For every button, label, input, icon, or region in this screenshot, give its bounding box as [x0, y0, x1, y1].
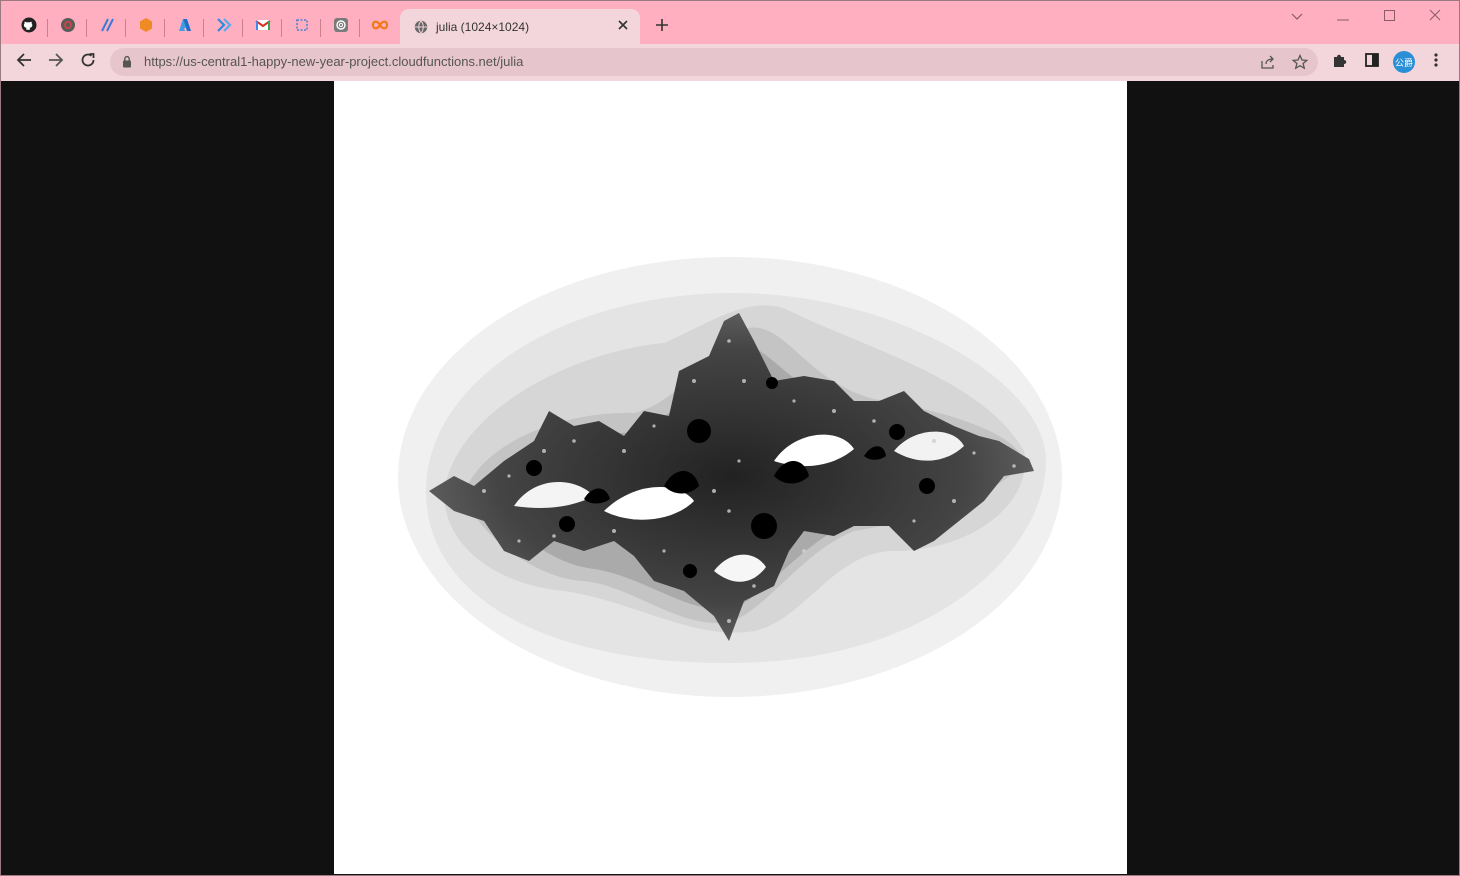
arrow-right-icon: [48, 52, 64, 73]
share-icon[interactable]: [1258, 52, 1278, 72]
reload-button[interactable]: [74, 48, 102, 76]
minimize-icon: [1337, 8, 1349, 26]
pinned-tab-openai[interactable]: [322, 11, 360, 44]
menu-button[interactable]: [1422, 48, 1450, 76]
extensions-button[interactable]: [1326, 48, 1354, 76]
pinned-tab-github[interactable]: [10, 11, 48, 44]
pinned-tab-infinity[interactable]: [361, 11, 399, 44]
azure-icon: [177, 17, 193, 38]
chevron-down-icon: [1291, 8, 1303, 26]
gmail-icon: [255, 17, 271, 38]
forward-button[interactable]: [42, 48, 70, 76]
puzzle-icon: [1332, 52, 1348, 73]
window-close-button[interactable]: [1412, 4, 1458, 30]
tab-strip: julia (1024×1024): [0, 0, 1460, 44]
pinned-tab-slash-app[interactable]: [88, 11, 126, 44]
globe-icon: [414, 20, 428, 39]
chromium-ring-icon: [60, 17, 76, 38]
dotted-square-icon: [294, 17, 310, 38]
julia-fractal-graphic: [334, 81, 1127, 874]
pinned-tab-chevrons[interactable]: [205, 11, 243, 44]
bookmark-star-icon[interactable]: [1290, 52, 1310, 72]
tab-search-button[interactable]: [1274, 4, 1320, 30]
tab-julia[interactable]: julia (1024×1024): [400, 9, 640, 44]
toolbar: 公爵: [0, 44, 1460, 81]
chevrons-icon: [216, 17, 232, 38]
pinned-tab-orange-hexagon[interactable]: [127, 11, 165, 44]
image-viewer: [2, 81, 1458, 874]
pinned-tab-dotted-square[interactable]: [283, 11, 321, 44]
browser-window: julia (1024×1024) https://us-central1-ha…: [0, 0, 1460, 876]
plus-icon: [655, 18, 669, 37]
maximize-icon: [1383, 8, 1395, 26]
infinity-icon: [371, 17, 389, 38]
pinned-tab-gmail[interactable]: [244, 11, 282, 44]
tab-close-button[interactable]: [612, 15, 634, 37]
back-button[interactable]: [10, 48, 38, 76]
arrow-left-icon: [16, 52, 32, 73]
profile-avatar[interactable]: 公爵: [1393, 51, 1415, 73]
reload-icon: [80, 52, 96, 73]
lock-icon[interactable]: [122, 55, 132, 73]
github-icon: [21, 17, 37, 38]
minimize-button[interactable]: [1320, 4, 1366, 30]
side-panel-button[interactable]: [1358, 48, 1386, 76]
close-icon: [618, 17, 628, 35]
tab-title: julia (1024×1024): [436, 20, 530, 34]
new-tab-button[interactable]: [650, 15, 674, 39]
side-panel-icon: [1365, 52, 1379, 72]
slash-app-icon: [99, 17, 115, 38]
julia-set-image[interactable]: [334, 81, 1127, 874]
pinned-tab-azure[interactable]: [166, 11, 204, 44]
address-bar[interactable]: [110, 48, 1318, 76]
maximize-button[interactable]: [1366, 4, 1412, 30]
openai-icon: [333, 17, 349, 38]
url-input[interactable]: [144, 54, 1224, 69]
close-icon: [1429, 8, 1441, 26]
pinned-tab-chromium[interactable]: [49, 11, 87, 44]
orange-hexagon-icon: [138, 17, 154, 38]
kebab-menu-icon: [1434, 52, 1438, 73]
